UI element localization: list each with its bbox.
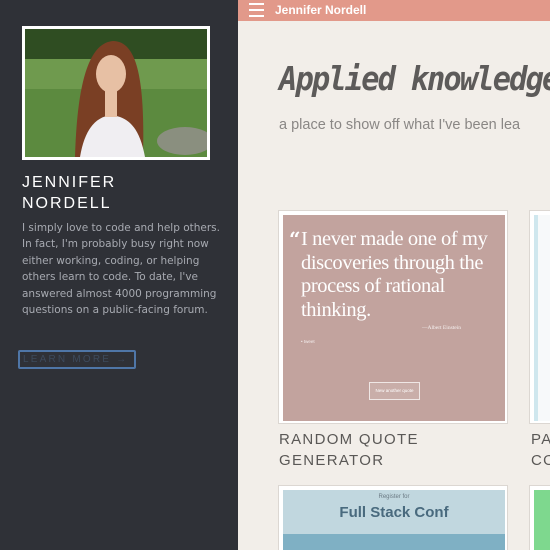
- section-heading: Applied knowledge:: [279, 59, 550, 98]
- profile-name-first: JENNIFER: [22, 174, 117, 191]
- profile-name-last: NORDELL: [22, 195, 112, 212]
- section-subtitle: a place to show off what I've been lea: [279, 117, 521, 133]
- project-thumbnail: “ I never made one of my discoveries thr…: [283, 215, 505, 421]
- project-card-4[interactable]: [529, 485, 550, 550]
- site-title[interactable]: Jennifer Nordell: [275, 3, 366, 18]
- thumbnail-kicker: Register for: [378, 494, 410, 500]
- thumbnail-new-quote-button: New another quote: [369, 382, 420, 400]
- thumbnail-title: Full Stack Conf: [339, 504, 449, 521]
- project-title-2[interactable]: PA CO: [531, 429, 550, 471]
- project-title-2-line1: PA: [531, 431, 550, 448]
- project-title-random-quote[interactable]: RANDOM QUOTE GENERATOR: [279, 429, 499, 471]
- profile-name: JENNIFER NORDELL: [22, 172, 222, 214]
- project-title-2-line2: CO: [531, 452, 550, 469]
- avatar: [25, 29, 207, 157]
- hamburger-menu-icon[interactable]: [249, 3, 264, 17]
- project-card-2[interactable]: [529, 210, 550, 424]
- thumbnail-tweet-link: • tweet: [301, 339, 315, 344]
- quote-mark-icon: “: [289, 227, 301, 251]
- thumbnail-quote-text: I never made one of my discoveries throu…: [301, 228, 488, 321]
- sidebar: JENNIFER NORDELL I simply love to code a…: [0, 0, 238, 550]
- thumbnail-quote-author: —Albert Einstein: [422, 325, 461, 331]
- thumbnail-band: [283, 534, 505, 550]
- top-bar: Jennifer Nordell: [238, 0, 550, 21]
- project-card-random-quote[interactable]: “ I never made one of my discoveries thr…: [278, 210, 508, 424]
- profile-bio: I simply love to code and help others. I…: [22, 222, 220, 317]
- project-thumbnail: [534, 490, 550, 550]
- main-content: Applied knowledge: a place to show off w…: [238, 21, 550, 550]
- project-thumbnail: [534, 215, 550, 421]
- profile-photo-frame: [22, 26, 210, 160]
- learn-more-button[interactable]: LEARN MORE →: [18, 350, 136, 369]
- project-thumbnail: Register for Full Stack Conf: [283, 490, 505, 550]
- project-card-full-stack-conf[interactable]: Register for Full Stack Conf: [278, 485, 508, 550]
